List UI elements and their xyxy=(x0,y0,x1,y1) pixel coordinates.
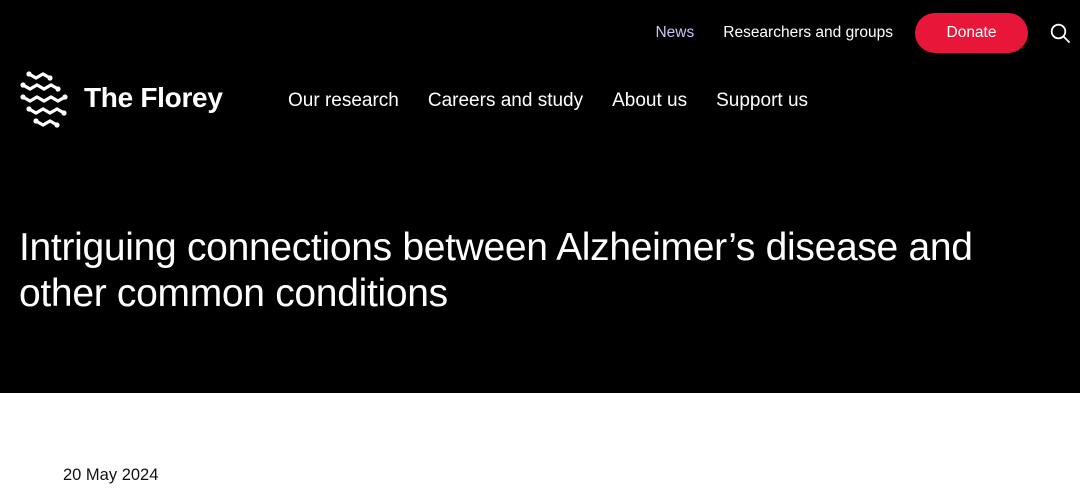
utility-nav: News Researchers and groups Donate xyxy=(655,12,1072,54)
brand-name: The Florey xyxy=(84,82,223,113)
donate-button[interactable]: Donate xyxy=(915,13,1028,53)
nav-our-research[interactable]: Our research xyxy=(288,90,399,112)
nav-careers-and-study[interactable]: Careers and study xyxy=(428,90,583,112)
researchers-and-groups-link[interactable]: Researchers and groups xyxy=(723,24,893,42)
news-link[interactable]: News xyxy=(655,24,694,42)
florey-logo-icon xyxy=(19,68,73,128)
nav-support-us[interactable]: Support us xyxy=(716,90,808,112)
post-date: 20 May 2024 xyxy=(63,466,159,484)
nav-about-us[interactable]: About us xyxy=(612,90,687,112)
page-header: News Researchers and groups Donate The F… xyxy=(0,0,1080,393)
page-title: Intriguing connections between Alzheimer… xyxy=(19,226,973,315)
brand-home-link[interactable]: The Florey xyxy=(19,68,223,128)
search-icon[interactable] xyxy=(1048,21,1072,45)
main-nav: Our research Careers and study About us … xyxy=(288,90,837,112)
